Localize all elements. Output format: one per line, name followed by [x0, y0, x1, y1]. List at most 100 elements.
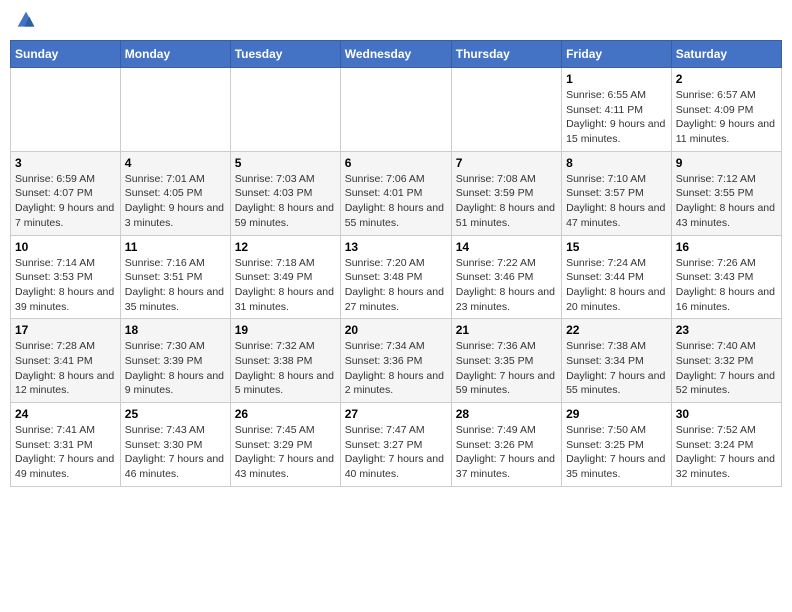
- logo: [14, 10, 36, 30]
- weekday-header-tuesday: Tuesday: [230, 41, 340, 68]
- day-number: 6: [345, 156, 447, 170]
- calendar-cell: 14 Sunrise: 7:22 AM Sunset: 3:46 PM Dayli…: [451, 235, 561, 319]
- calendar-cell: 4 Sunrise: 7:01 AM Sunset: 4:05 PM Daylig…: [120, 151, 230, 235]
- calendar-cell: 8 Sunrise: 7:10 AM Sunset: 3:57 PM Daylig…: [562, 151, 672, 235]
- day-info: Sunrise: 7:34 AM Sunset: 3:36 PM Dayligh…: [345, 339, 447, 398]
- header: [10, 10, 782, 30]
- calendar-cell: 25Sunrise: 7:43 AM Sunset: 3:30 PM Dayli…: [120, 403, 230, 487]
- calendar-cell: [230, 68, 340, 152]
- day-info: Sunrise: 7:49 AM Sunset: 3:26 PM Dayligh…: [456, 423, 557, 482]
- calendar-cell: [11, 68, 121, 152]
- day-info: Sunrise: 7:10 AM Sunset: 3:57 PM Dayligh…: [566, 172, 667, 231]
- calendar-cell: 5 Sunrise: 7:03 AM Sunset: 4:03 PM Daylig…: [230, 151, 340, 235]
- day-info: Sunrise: 7:28 AM Sunset: 3:41 PM Dayligh…: [15, 339, 116, 398]
- day-number: 30: [676, 407, 777, 421]
- calendar-cell: [451, 68, 561, 152]
- day-number: 25: [125, 407, 226, 421]
- day-info: Sunrise: 7:38 AM Sunset: 3:34 PM Dayligh…: [566, 339, 667, 398]
- day-number: 21: [456, 323, 557, 337]
- calendar-cell: 18 Sunrise: 7:30 AM Sunset: 3:39 PM Dayli…: [120, 319, 230, 403]
- day-number: 13: [345, 240, 447, 254]
- day-number: 11: [125, 240, 226, 254]
- day-info: Sunrise: 7:22 AM Sunset: 3:46 PM Dayligh…: [456, 256, 557, 315]
- day-info: Sunrise: 7:40 AM Sunset: 3:32 PM Dayligh…: [676, 339, 777, 398]
- day-number: 18: [125, 323, 226, 337]
- day-number: 7: [456, 156, 557, 170]
- day-info: Sunrise: 7:03 AM Sunset: 4:03 PM Dayligh…: [235, 172, 336, 231]
- calendar-cell: 13 Sunrise: 7:20 AM Sunset: 3:48 PM Dayli…: [340, 235, 451, 319]
- day-info: Sunrise: 6:59 AM Sunset: 4:07 PM Dayligh…: [15, 172, 116, 231]
- calendar-cell: [120, 68, 230, 152]
- day-number: 23: [676, 323, 777, 337]
- calendar-cell: 29 Sunrise: 7:50 AM Sunset: 3:25 PM Dayli…: [562, 403, 672, 487]
- calendar-cell: 10 Sunrise: 7:14 AM Sunset: 3:53 PM Dayli…: [11, 235, 121, 319]
- day-info: Sunrise: 7:45 AM Sunset: 3:29 PM Dayligh…: [235, 423, 336, 482]
- day-info: Sunrise: 7:26 AM Sunset: 3:43 PM Dayligh…: [676, 256, 777, 315]
- day-info: Sunrise: 7:06 AM Sunset: 4:01 PM Dayligh…: [345, 172, 447, 231]
- calendar-cell: 1 Sunrise: 6:55 AM Sunset: 4:11 PM Daylig…: [562, 68, 672, 152]
- calendar-cell: 9Sunrise: 7:12 AM Sunset: 3:55 PM Daylig…: [671, 151, 781, 235]
- calendar-cell: 21 Sunrise: 7:36 AM Sunset: 3:35 PM Dayli…: [451, 319, 561, 403]
- calendar-cell: 24 Sunrise: 7:41 AM Sunset: 3:31 PM Dayli…: [11, 403, 121, 487]
- day-info: Sunrise: 7:14 AM Sunset: 3:53 PM Dayligh…: [15, 256, 116, 315]
- calendar-cell: 2 Sunrise: 6:57 AM Sunset: 4:09 PM Daylig…: [671, 68, 781, 152]
- day-info: Sunrise: 7:41 AM Sunset: 3:31 PM Dayligh…: [15, 423, 116, 482]
- day-number: 5: [235, 156, 336, 170]
- day-number: 22: [566, 323, 667, 337]
- day-info: Sunrise: 7:24 AM Sunset: 3:44 PM Dayligh…: [566, 256, 667, 315]
- day-number: 15: [566, 240, 667, 254]
- calendar-cell: 12 Sunrise: 7:18 AM Sunset: 3:49 PM Dayli…: [230, 235, 340, 319]
- day-info: Sunrise: 7:18 AM Sunset: 3:49 PM Dayligh…: [235, 256, 336, 315]
- day-info: Sunrise: 6:55 AM Sunset: 4:11 PM Dayligh…: [566, 88, 667, 147]
- day-info: Sunrise: 7:32 AM Sunset: 3:38 PM Dayligh…: [235, 339, 336, 398]
- day-number: 19: [235, 323, 336, 337]
- calendar-cell: 7Sunrise: 7:08 AM Sunset: 3:59 PM Daylig…: [451, 151, 561, 235]
- day-number: 14: [456, 240, 557, 254]
- weekday-header-monday: Monday: [120, 41, 230, 68]
- day-number: 17: [15, 323, 116, 337]
- day-info: Sunrise: 7:50 AM Sunset: 3:25 PM Dayligh…: [566, 423, 667, 482]
- calendar-table: SundayMondayTuesdayWednesdayThursdayFrid…: [10, 40, 782, 487]
- day-number: 3: [15, 156, 116, 170]
- day-info: Sunrise: 7:52 AM Sunset: 3:24 PM Dayligh…: [676, 423, 777, 482]
- day-number: 27: [345, 407, 447, 421]
- calendar-cell: 16 Sunrise: 7:26 AM Sunset: 3:43 PM Dayli…: [671, 235, 781, 319]
- calendar-cell: 22 Sunrise: 7:38 AM Sunset: 3:34 PM Dayli…: [562, 319, 672, 403]
- calendar-cell: 6 Sunrise: 7:06 AM Sunset: 4:01 PM Daylig…: [340, 151, 451, 235]
- weekday-header-wednesday: Wednesday: [340, 41, 451, 68]
- day-info: Sunrise: 7:36 AM Sunset: 3:35 PM Dayligh…: [456, 339, 557, 398]
- calendar-cell: 30 Sunrise: 7:52 AM Sunset: 3:24 PM Dayli…: [671, 403, 781, 487]
- calendar-cell: 23 Sunrise: 7:40 AM Sunset: 3:32 PM Dayli…: [671, 319, 781, 403]
- day-number: 29: [566, 407, 667, 421]
- day-number: 10: [15, 240, 116, 254]
- calendar-cell: 15 Sunrise: 7:24 AM Sunset: 3:44 PM Dayli…: [562, 235, 672, 319]
- day-number: 2: [676, 72, 777, 86]
- day-number: 4: [125, 156, 226, 170]
- logo-icon: [16, 10, 36, 30]
- calendar-cell: 17 Sunrise: 7:28 AM Sunset: 3:41 PM Dayli…: [11, 319, 121, 403]
- calendar-cell: 3 Sunrise: 6:59 AM Sunset: 4:07 PM Daylig…: [11, 151, 121, 235]
- day-number: 24: [15, 407, 116, 421]
- day-info: Sunrise: 6:57 AM Sunset: 4:09 PM Dayligh…: [676, 88, 777, 147]
- day-number: 16: [676, 240, 777, 254]
- day-info: Sunrise: 7:20 AM Sunset: 3:48 PM Dayligh…: [345, 256, 447, 315]
- day-number: 8: [566, 156, 667, 170]
- weekday-header-sunday: Sunday: [11, 41, 121, 68]
- day-number: 26: [235, 407, 336, 421]
- calendar-cell: 26 Sunrise: 7:45 AM Sunset: 3:29 PM Dayli…: [230, 403, 340, 487]
- calendar-cell: 27 Sunrise: 7:47 AM Sunset: 3:27 PM Dayli…: [340, 403, 451, 487]
- day-info: Sunrise: 7:16 AM Sunset: 3:51 PM Dayligh…: [125, 256, 226, 315]
- day-number: 12: [235, 240, 336, 254]
- day-info: Sunrise: 7:12 AM Sunset: 3:55 PM Dayligh…: [676, 172, 777, 231]
- day-number: 1: [566, 72, 667, 86]
- weekday-header-friday: Friday: [562, 41, 672, 68]
- weekday-header-thursday: Thursday: [451, 41, 561, 68]
- day-number: 28: [456, 407, 557, 421]
- day-info: Sunrise: 7:01 AM Sunset: 4:05 PM Dayligh…: [125, 172, 226, 231]
- day-info: Sunrise: 7:47 AM Sunset: 3:27 PM Dayligh…: [345, 423, 447, 482]
- day-info: Sunrise: 7:30 AM Sunset: 3:39 PM Dayligh…: [125, 339, 226, 398]
- calendar-cell: 19 Sunrise: 7:32 AM Sunset: 3:38 PM Dayli…: [230, 319, 340, 403]
- weekday-header-saturday: Saturday: [671, 41, 781, 68]
- day-number: 20: [345, 323, 447, 337]
- calendar-cell: [340, 68, 451, 152]
